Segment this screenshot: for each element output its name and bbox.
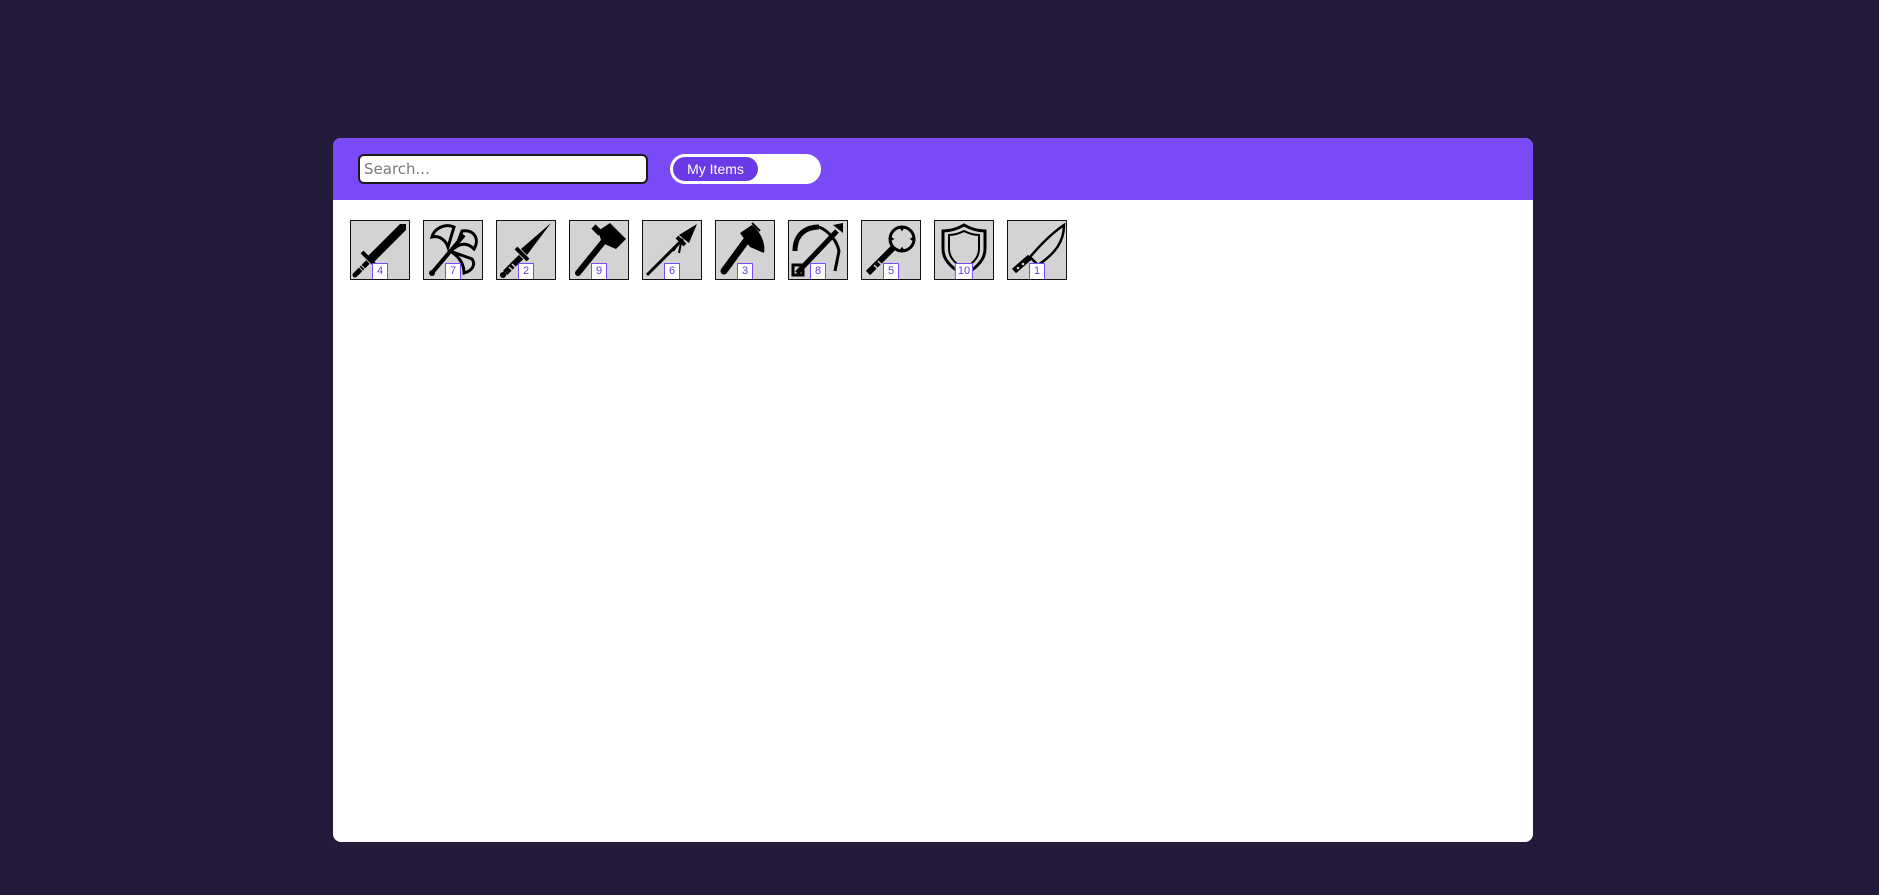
toolbar: My Items xyxy=(333,138,1533,200)
item-slot[interactable]: 10 xyxy=(934,220,994,280)
item-count: 1 xyxy=(1029,263,1045,279)
item-slot[interactable]: 7 xyxy=(423,220,483,280)
search-input[interactable] xyxy=(358,154,648,184)
item-count: 4 xyxy=(372,263,388,279)
item-count: 8 xyxy=(810,263,826,279)
item-count: 6 xyxy=(664,263,680,279)
my-items-toggle-option[interactable]: My Items xyxy=(673,157,758,181)
item-slot[interactable]: 3 xyxy=(715,220,775,280)
items-filter-toggle[interactable]: My Items xyxy=(670,154,821,184)
item-count: 9 xyxy=(591,263,607,279)
inventory-panel: My Items 4 7 xyxy=(333,138,1533,842)
item-slot[interactable]: 1 xyxy=(1007,220,1067,280)
item-slot[interactable]: 2 xyxy=(496,220,556,280)
item-slot[interactable]: 6 xyxy=(642,220,702,280)
item-grid: 4 7 2 9 6 3 8 5 10 1 xyxy=(350,220,1067,280)
item-slot[interactable]: 5 xyxy=(861,220,921,280)
item-count: 5 xyxy=(883,263,899,279)
item-count: 2 xyxy=(518,263,534,279)
item-slot[interactable]: 8 xyxy=(788,220,848,280)
item-slot[interactable]: 4 xyxy=(350,220,410,280)
item-slot[interactable]: 9 xyxy=(569,220,629,280)
item-count: 10 xyxy=(954,263,974,279)
item-count: 3 xyxy=(737,263,753,279)
item-count: 7 xyxy=(445,263,461,279)
